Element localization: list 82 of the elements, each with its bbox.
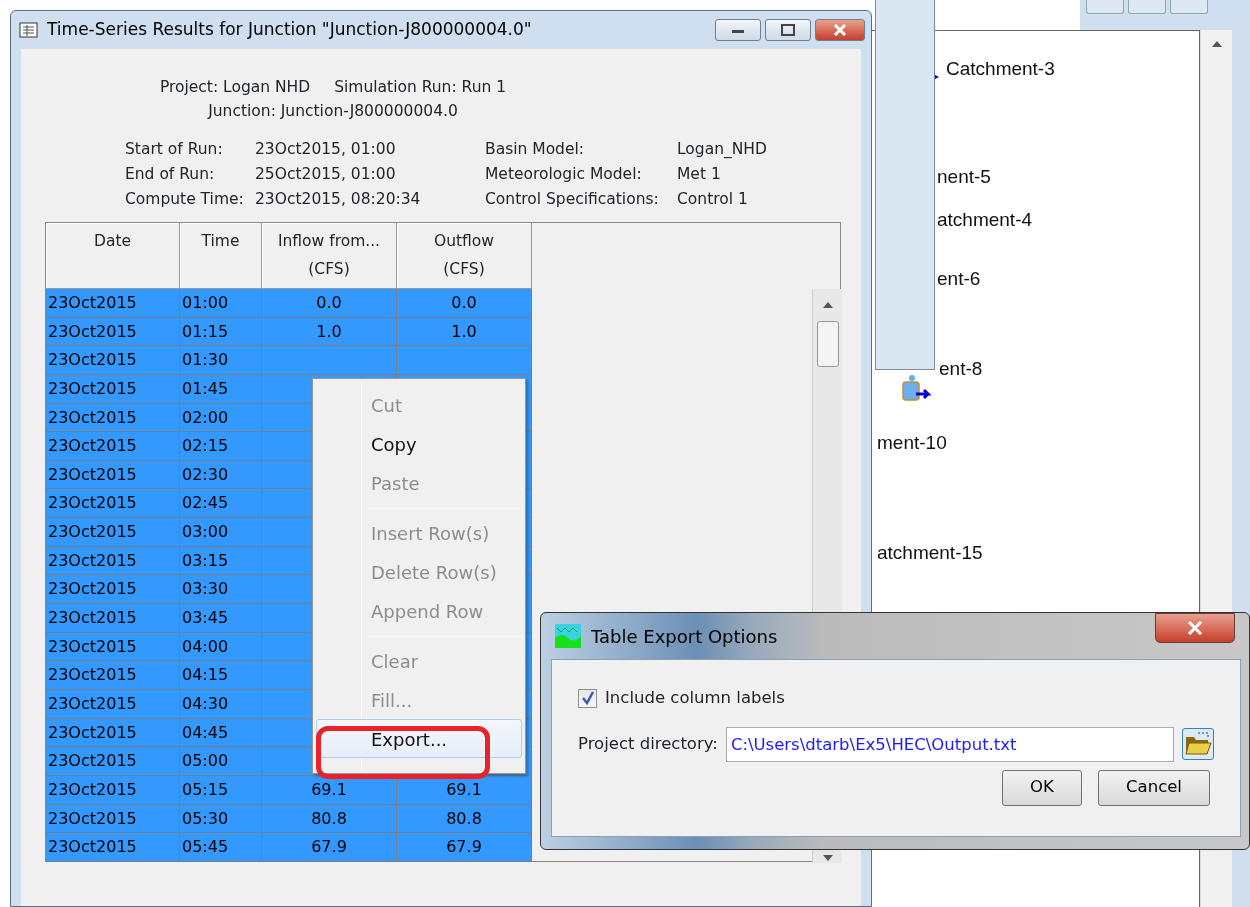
table-cell: 0.0 <box>262 289 397 318</box>
table-cell: 23Oct2015 <box>46 632 180 662</box>
info-text: Junction: Junction-J800000004.0 <box>208 101 458 122</box>
table-cell: 05:15 <box>180 775 262 805</box>
info-label: Basin Model: <box>485 139 586 160</box>
checkbox-label: Include column labels <box>605 687 785 709</box>
table-cell: 04:00 <box>180 632 262 662</box>
map-label: atchment-4 <box>937 208 1033 232</box>
table-cell: 05:00 <box>180 747 262 776</box>
table-cell: 02:30 <box>180 460 262 490</box>
info-value: Logan_NHD <box>677 139 768 160</box>
column-header[interactable]: Inflow from... (CFS) <box>262 223 397 289</box>
table-cell: 1.0 <box>262 317 397 347</box>
column-header[interactable]: Date <box>46 223 180 289</box>
table-cell: 04:45 <box>180 718 262 748</box>
table-cell: 23Oct2015 <box>46 346 180 375</box>
info-value: 23Oct2015, 01:00 <box>255 139 397 160</box>
table-cell: 80.8 <box>262 804 397 834</box>
table-cell: 02:00 <box>180 403 262 433</box>
column-header[interactable]: Outflow (CFS) <box>397 223 532 289</box>
table-cell: 67.9 <box>397 833 532 862</box>
info-label: Control Specifications: <box>485 189 660 210</box>
table-cell: 23Oct2015 <box>46 489 180 519</box>
table-cell: 23Oct2015 <box>46 718 180 748</box>
table-cell: 23Oct2015 <box>46 403 180 433</box>
info-label: End of Run: <box>125 164 216 185</box>
table-cell: 02:45 <box>180 489 262 519</box>
info-value: Control 1 <box>677 189 749 210</box>
table-cell: 23Oct2015 <box>46 661 180 690</box>
table-cell: 03:30 <box>180 575 262 605</box>
table-cell: 23Oct2015 <box>46 775 180 805</box>
info-value: 23Oct2015, 08:20:34 <box>255 189 422 210</box>
info-label: Meteorologic Model: <box>485 164 643 185</box>
table-cell: 23Oct2015 <box>46 289 180 318</box>
table-cell: 23Oct2015 <box>46 546 180 576</box>
table-cell: 23Oct2015 <box>46 432 180 461</box>
info-text: Simulation Run: Run 1 <box>334 77 507 98</box>
map-label: nent-5 <box>937 165 991 189</box>
table-cell: 23Oct2015 <box>46 317 180 347</box>
table-cell: 05:30 <box>180 804 262 834</box>
table-cell: 03:15 <box>180 546 262 576</box>
cancel-button[interactable]: Cancel <box>1098 769 1210 806</box>
table-cell: 23Oct2015 <box>46 374 180 404</box>
map-label: atchment-15 <box>877 541 983 565</box>
info-value: 25Oct2015, 01:00 <box>255 164 397 185</box>
table-cell: 23Oct2015 <box>46 689 180 719</box>
menu-item[interactable]: Copy <box>316 424 522 463</box>
map-label: ment-10 <box>877 431 947 455</box>
table-cell: 0.0 <box>397 289 532 318</box>
info-text: Project: Logan NHD <box>159 77 311 98</box>
table-cell: 03:45 <box>180 604 262 633</box>
table-cell: 23Oct2015 <box>46 575 180 605</box>
dialog-title: Table Export Options <box>591 624 779 649</box>
map-label: ent-6 <box>937 267 981 291</box>
table-cell: 23Oct2015 <box>46 804 180 834</box>
field-label: Project directory: <box>578 732 718 755</box>
table-cell: 80.8 <box>397 804 532 834</box>
info-label: Compute Time: <box>125 189 245 210</box>
table-cell: 01:45 <box>180 374 262 404</box>
table-cell: 23Oct2015 <box>46 460 180 490</box>
table-cell: 01:15 <box>180 317 262 347</box>
table-cell: 04:30 <box>180 689 262 719</box>
column-header[interactable]: Time <box>180 223 262 289</box>
table-cell: 01:00 <box>180 289 262 318</box>
window-title: Time-Series Results for Junction "Junction-J800000004.0" <box>47 18 533 42</box>
table-cell: 05:45 <box>180 833 262 862</box>
table-cell: 67.9 <box>262 833 397 862</box>
map-label: Catchment-3 <box>946 57 1055 81</box>
table-cell: 23Oct2015 <box>46 604 180 633</box>
info-value: Met 1 <box>677 164 722 185</box>
map-label: ent-8 <box>939 357 983 381</box>
table-cell: 1.0 <box>397 317 532 347</box>
table-cell: 23Oct2015 <box>46 518 180 547</box>
table-cell: 03:00 <box>180 518 262 547</box>
table-cell: 04:15 <box>180 661 262 690</box>
directory-field[interactable]: C:\Users\dtarb\Ex5\HEC\Output.txt <box>725 726 1174 762</box>
table-cell: 02:15 <box>180 432 262 461</box>
table-cell: 01:30 <box>180 346 262 375</box>
ok-button[interactable]: OK <box>1002 769 1082 806</box>
info-label: Start of Run: <box>125 139 224 160</box>
table-cell: 23Oct2015 <box>46 833 180 862</box>
table-cell: 23Oct2015 <box>46 747 180 776</box>
